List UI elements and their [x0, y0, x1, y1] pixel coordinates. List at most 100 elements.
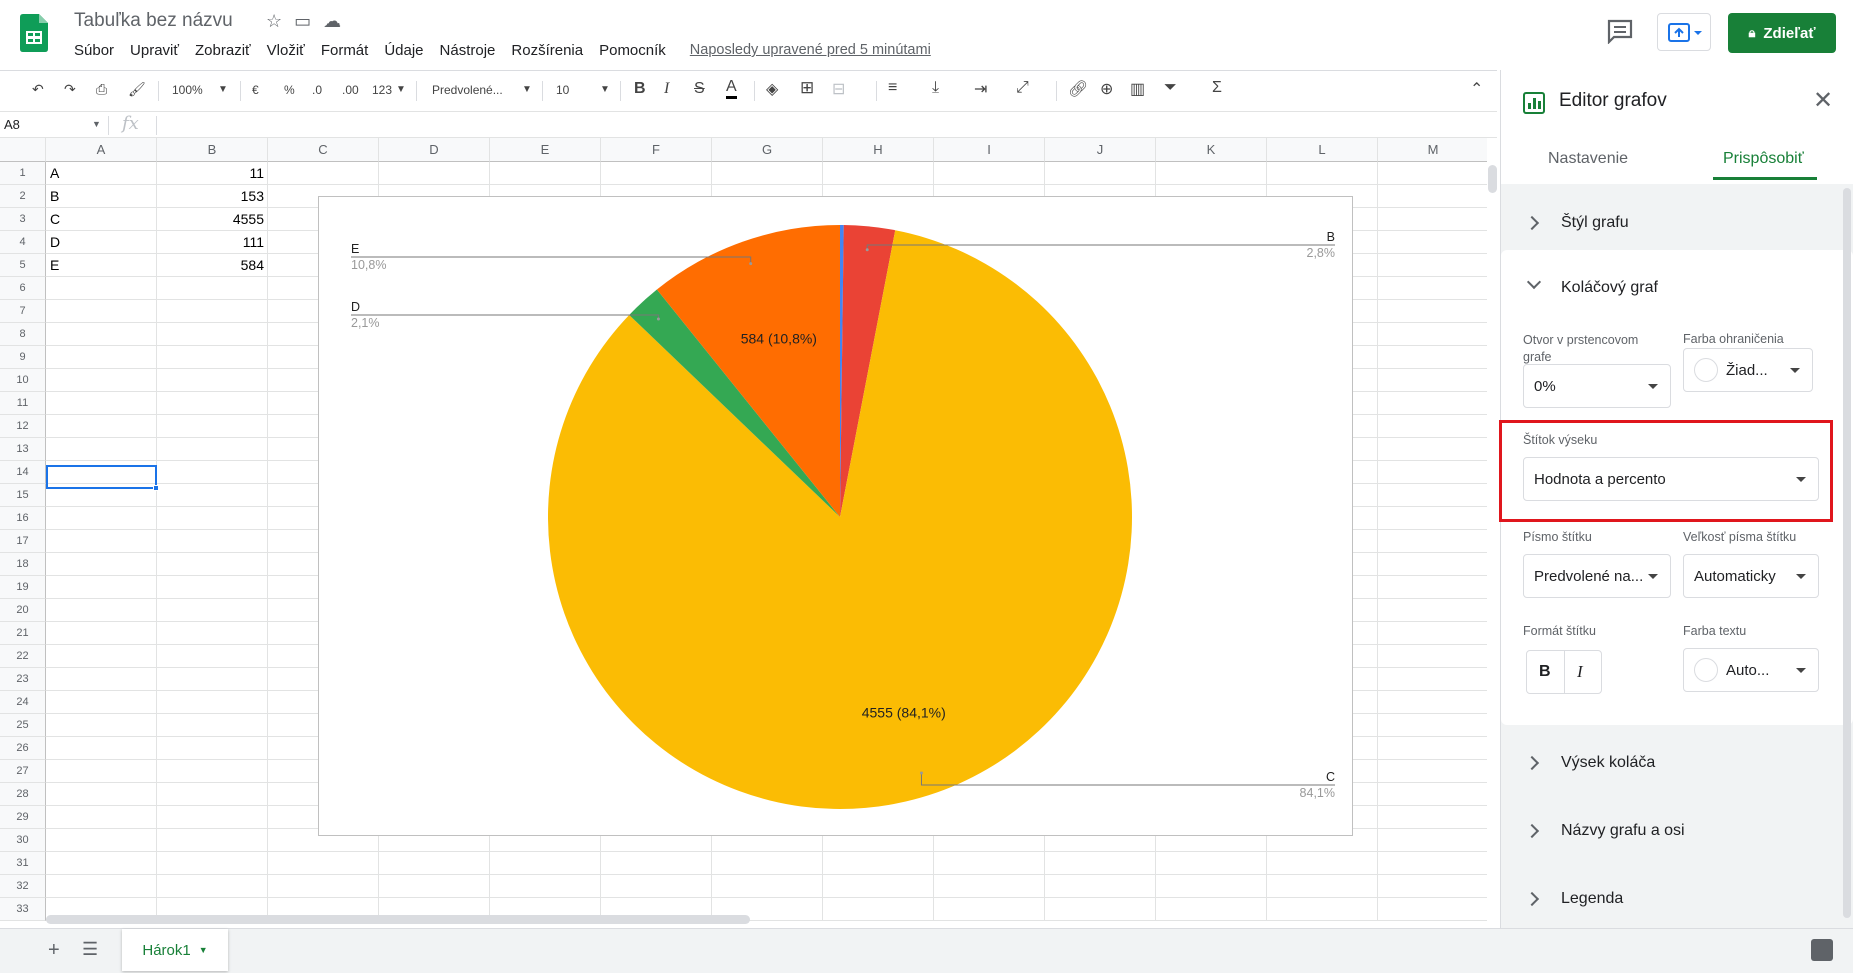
column-header-m[interactable]: M [1378, 138, 1487, 162]
merge-cells-icon[interactable]: ⊟ [832, 79, 845, 99]
column-header-l[interactable]: L [1267, 138, 1378, 162]
row-header-4[interactable]: 4 [0, 231, 46, 254]
functions-icon[interactable]: Σ [1212, 79, 1222, 97]
row-header-7[interactable]: 7 [0, 300, 46, 323]
cell-a1[interactable]: A [50, 162, 59, 185]
row-header-14[interactable]: 14 [0, 461, 46, 484]
column-header-a[interactable]: A [46, 138, 157, 162]
italic-icon[interactable]: I [664, 80, 669, 98]
font-select[interactable]: Predvolené... [432, 83, 503, 97]
text-color-icon[interactable]: A [726, 78, 737, 99]
row-header-18[interactable]: 18 [0, 553, 46, 576]
section-titles[interactable]: Názvy grafu a osi [1501, 808, 1853, 858]
horizontal-scrollbar[interactable] [46, 915, 750, 924]
row-header-29[interactable]: 29 [0, 806, 46, 829]
cell-b1[interactable]: 11 [157, 162, 264, 185]
name-box[interactable]: A8 [4, 117, 20, 132]
row-header-6[interactable]: 6 [0, 277, 46, 300]
increase-decimal-button[interactable]: .00 [342, 83, 359, 97]
column-header-i[interactable]: I [934, 138, 1045, 162]
align-vertical-icon[interactable]: ⤓ [932, 79, 939, 97]
redo-icon[interactable]: ↷ [64, 81, 76, 98]
sheet-tab-harok1[interactable]: Hárok1 ▼ [122, 929, 228, 971]
menu-view[interactable]: Zobraziť [187, 42, 259, 59]
fill-handle[interactable] [153, 485, 159, 491]
row-header-28[interactable]: 28 [0, 783, 46, 806]
row-header-30[interactable]: 30 [0, 829, 46, 852]
column-header-b[interactable]: B [157, 138, 268, 162]
tab-customize[interactable]: Prispôsobiť [1723, 150, 1804, 168]
row-header-2[interactable]: 2 [0, 185, 46, 208]
pie-chart[interactable]: 4555 (84,1%) 584 (10,8%) B 2,8% E 10,8% D 2,1% C… [318, 196, 1353, 836]
column-header-g[interactable]: G [712, 138, 823, 162]
donut-hole-dropdown[interactable]: 0% [1523, 364, 1671, 408]
cell-b4[interactable]: 111 [157, 231, 264, 254]
label-size-dropdown[interactable]: Automaticky [1683, 554, 1819, 598]
cloud-status-icon[interactable]: ☁ [323, 11, 353, 31]
print-icon[interactable]: ⎙ [96, 81, 107, 98]
borders-icon[interactable]: ⊞ [800, 78, 814, 98]
row-header-31[interactable]: 31 [0, 852, 46, 875]
row-header-15[interactable]: 15 [0, 484, 46, 507]
row-header-8[interactable]: 8 [0, 323, 46, 346]
menu-data[interactable]: Údaje [376, 42, 431, 59]
section-chart-style[interactable]: Štýl grafu [1501, 198, 1853, 248]
sheet-tab-caret-icon[interactable]: ▼ [199, 945, 208, 955]
row-header-32[interactable]: 32 [0, 875, 46, 898]
share-button[interactable]: 🔒︎ Zdieľať [1728, 13, 1836, 53]
menu-help[interactable]: Pomocník [591, 42, 674, 59]
panel-scrollbar[interactable] [1843, 188, 1851, 918]
section-legend[interactable]: Legenda [1501, 876, 1853, 926]
row-header-17[interactable]: 17 [0, 530, 46, 553]
decrease-decimal-button[interactable]: .0 [312, 83, 322, 97]
menu-insert[interactable]: Vložiť [259, 42, 313, 59]
text-color-dropdown[interactable]: Auto... [1683, 648, 1819, 692]
comments-icon[interactable] [1606, 18, 1634, 44]
menu-format[interactable]: Formát [313, 42, 377, 59]
border-color-dropdown[interactable]: Žiad... [1683, 348, 1813, 392]
present-button[interactable] [1657, 13, 1711, 51]
cell-b3[interactable]: 4555 [157, 208, 264, 231]
row-header-25[interactable]: 25 [0, 714, 46, 737]
tab-setup[interactable]: Nastavenie [1548, 150, 1628, 168]
row-header-20[interactable]: 20 [0, 599, 46, 622]
more-formats-button[interactable]: 123 [372, 83, 392, 97]
row-header-3[interactable]: 3 [0, 208, 46, 231]
active-cell-a8[interactable] [46, 465, 157, 489]
row-header-16[interactable]: 16 [0, 507, 46, 530]
explore-icon[interactable] [1811, 939, 1833, 961]
align-horizontal-icon[interactable]: ≡ [888, 79, 897, 97]
zoom-select[interactable]: 100% [172, 83, 203, 97]
strikethrough-icon[interactable]: S [694, 80, 705, 98]
cell-b5[interactable]: 584 [157, 254, 264, 277]
label-font-dropdown[interactable]: Predvolené na... [1523, 554, 1671, 598]
filter-icon[interactable]: ⏷ [1164, 79, 1177, 97]
font-size-select[interactable]: 10 [556, 83, 569, 97]
row-header-10[interactable]: 10 [0, 369, 46, 392]
row-header-19[interactable]: 19 [0, 576, 46, 599]
column-header-e[interactable]: E [490, 138, 601, 162]
cell-a5[interactable]: E [50, 254, 59, 277]
row-header-23[interactable]: 23 [0, 668, 46, 691]
cell-b2[interactable]: 153 [157, 185, 264, 208]
menu-edit[interactable]: Upraviť [122, 42, 187, 59]
row-header-21[interactable]: 21 [0, 622, 46, 645]
menu-tools[interactable]: Nástroje [432, 42, 504, 59]
row-header-1[interactable]: 1 [0, 162, 46, 185]
sheets-logo-icon[interactable] [20, 14, 48, 52]
row-header-22[interactable]: 22 [0, 645, 46, 668]
menu-file[interactable]: Súbor [66, 42, 122, 59]
row-header-24[interactable]: 24 [0, 691, 46, 714]
column-header-j[interactable]: J [1045, 138, 1156, 162]
bold-icon[interactable]: B [634, 80, 646, 98]
comment-add-icon[interactable]: ⊕ [1100, 79, 1113, 99]
move-folder-icon[interactable]: ▭ [294, 11, 323, 31]
document-title[interactable]: Tabuľka bez názvu [74, 10, 233, 32]
select-all-corner[interactable] [0, 138, 46, 162]
link-icon[interactable]: 🔗︎ [1068, 79, 1088, 99]
row-header-11[interactable]: 11 [0, 392, 46, 415]
column-header-f[interactable]: F [601, 138, 712, 162]
column-header-d[interactable]: D [379, 138, 490, 162]
menu-extensions[interactable]: Rozšírenia [503, 42, 591, 59]
row-header-26[interactable]: 26 [0, 737, 46, 760]
